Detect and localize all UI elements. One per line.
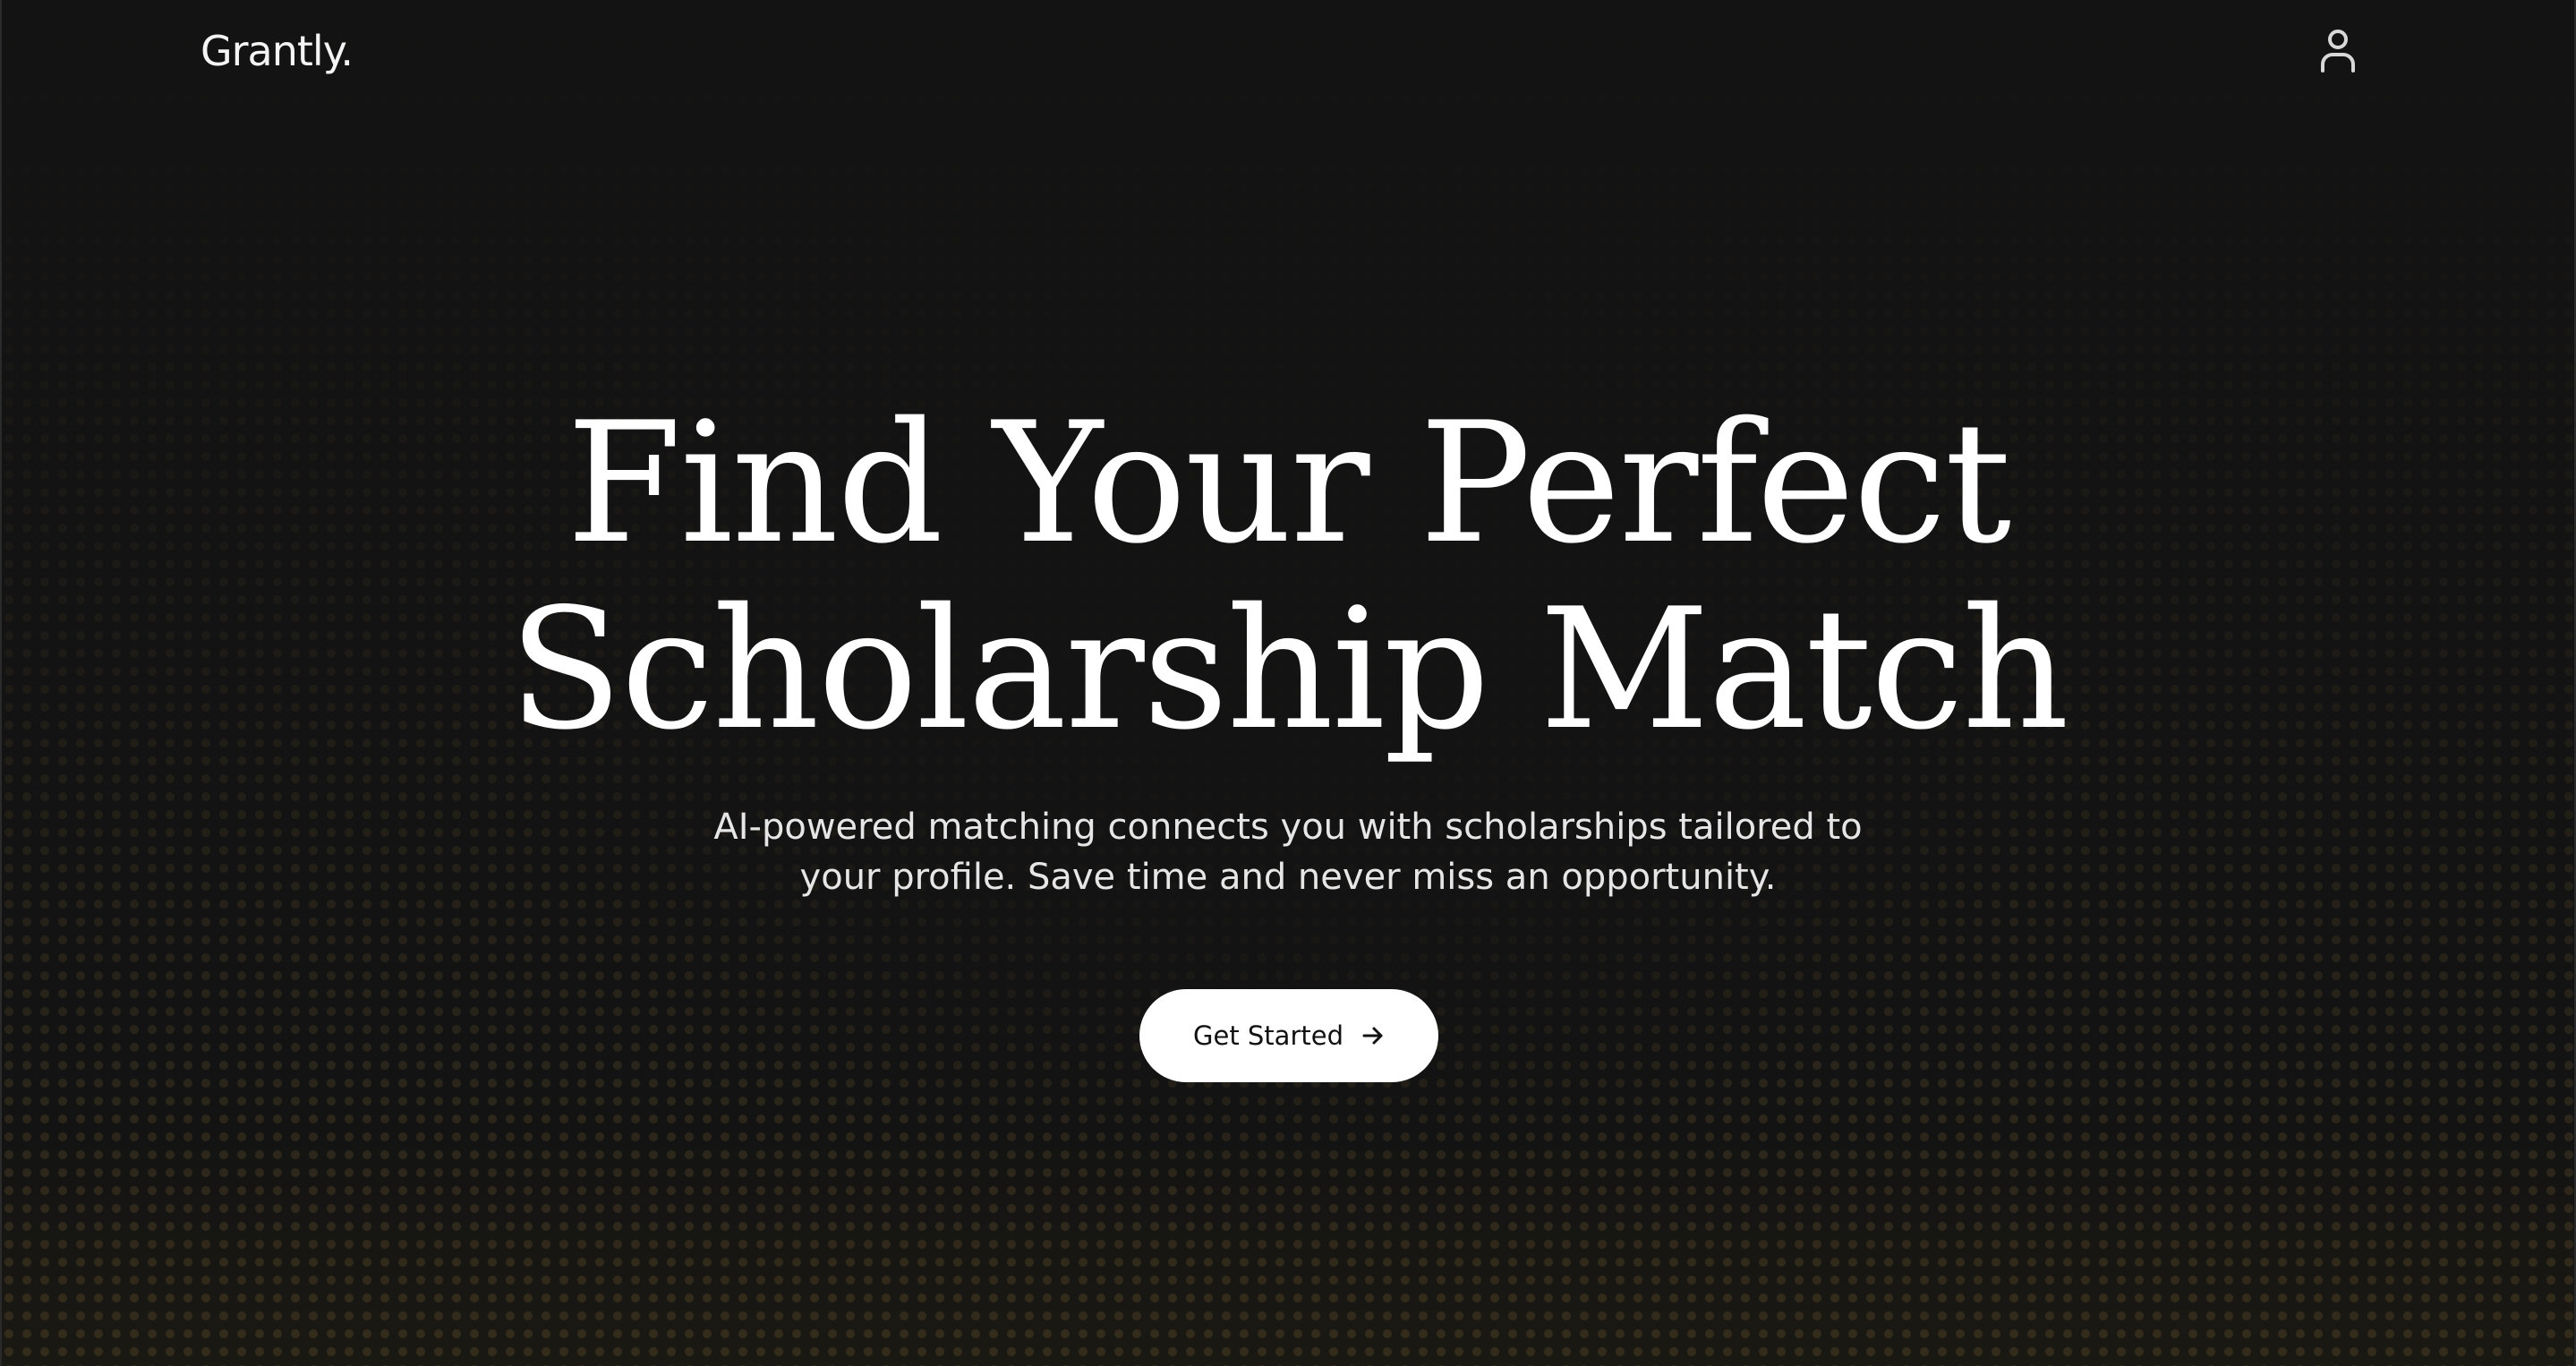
hero-subtitle: AI-powered matching connects you with sc… — [0, 802, 2576, 902]
hero-title-line-1: Find Your Perfect — [566, 386, 2012, 580]
brand-logo[interactable]: Grantly. — [200, 27, 354, 75]
hero-title: Find Your Perfect Scholarship Match — [0, 390, 2576, 763]
user-icon — [2318, 27, 2358, 78]
account-button[interactable] — [2313, 27, 2363, 77]
get-started-button[interactable]: Get Started — [1139, 989, 1438, 1082]
hero-subtitle-line-2: your profile. Save time and never miss a… — [799, 857, 1777, 898]
arrow-right-icon — [1361, 1025, 1385, 1046]
hero-subtitle-line-1: AI-powered matching connects you with sc… — [713, 807, 1863, 848]
landing-page: Grantly. Find Your Perfect Scholarship M… — [0, 0, 2576, 1366]
get-started-label: Get Started — [1193, 1020, 1343, 1051]
bottom-glow — [0, 1133, 2576, 1366]
hero-title-line-2: Scholarship Match — [508, 572, 2069, 766]
